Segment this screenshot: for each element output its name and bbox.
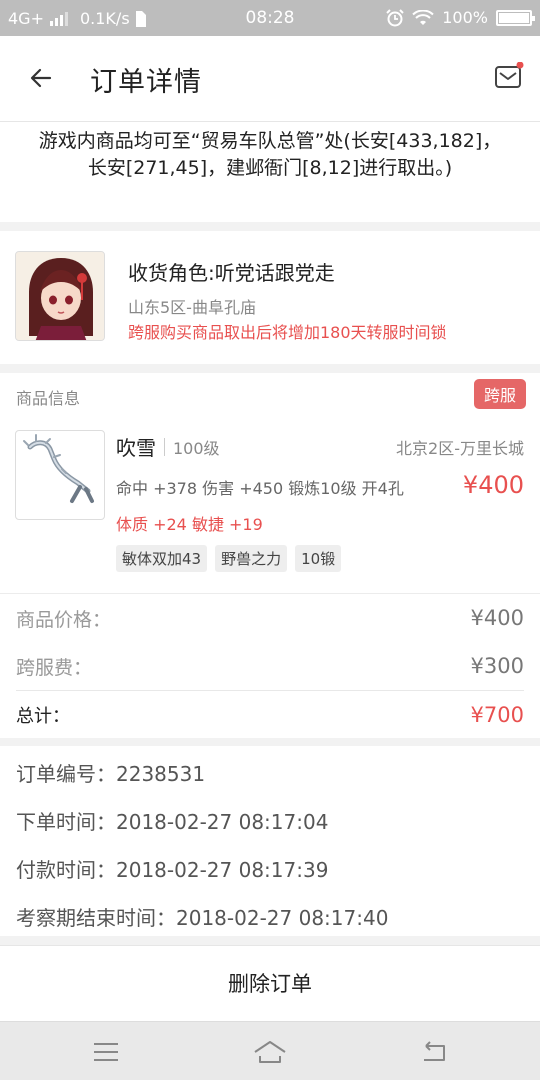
nav-back-button[interactable]	[416, 1034, 452, 1070]
item-tags: 敏体双加43 野兽之力 10锻	[116, 545, 342, 572]
item-image[interactable]	[15, 430, 105, 520]
item-level: 100级	[173, 438, 220, 458]
item-tag: 敏体双加43	[116, 545, 208, 572]
cross-fee-row: 跨服费： ¥300	[16, 642, 524, 690]
alarm-icon	[386, 8, 404, 26]
item-title: 吹雪 100级	[116, 432, 220, 461]
back-nav-icon	[424, 1041, 445, 1061]
back-button[interactable]	[22, 58, 62, 98]
mail-icon	[495, 61, 524, 88]
arrow-left-icon	[30, 68, 52, 88]
goods-price-row: 商品价格： ¥400	[16, 594, 524, 642]
battery-percent: 100%	[442, 8, 488, 27]
item-attributes: 命中 +378 伤害 +450 锻炼10级 开4孔	[116, 479, 404, 498]
divider	[164, 437, 165, 456]
cross-fee-label: 跨服费：	[16, 656, 93, 679]
menu-button[interactable]	[88, 1034, 124, 1070]
paid-time-label: 付款时间：	[16, 858, 116, 882]
weapon-icon	[23, 434, 94, 503]
goods-price-value: ¥400	[470, 606, 524, 630]
item-bonus: 体质 +24 敏捷 +19	[116, 515, 263, 534]
cross-server-badge: 跨服	[473, 379, 526, 409]
item-tag: 10锻	[295, 545, 342, 572]
item-name: 吹雪	[116, 436, 156, 460]
message-button[interactable]	[494, 61, 524, 92]
cross-fee-value: ¥300	[470, 654, 524, 678]
item-tag: 野兽之力	[215, 545, 288, 572]
menu-icon	[94, 1043, 118, 1061]
status-bar: 4G+ 0.1K/s 08:28 100%	[0, 0, 540, 36]
total-value: ¥700	[470, 703, 524, 727]
item-price: ¥400	[462, 471, 524, 499]
order-number-label: 订单编号：	[16, 762, 116, 786]
header-bar: 订单详情	[0, 36, 540, 122]
item-server: 北京2区-万里长城	[396, 439, 524, 458]
total-label: 总计：	[16, 706, 70, 727]
receiver-character-name: 收货角色:听党话跟党走	[128, 261, 335, 285]
wifi-icon	[412, 9, 434, 25]
paid-time-row: 付款时间：2018-02-27 08:17:39	[16, 854, 328, 883]
page-title: 订单详情	[90, 67, 202, 98]
review-end-label: 考察期结束时间：	[16, 906, 176, 930]
system-nav-bar	[0, 1021, 540, 1080]
home-icon	[254, 1041, 286, 1063]
section-title: 商品信息	[16, 389, 81, 408]
created-time: 2018-02-27 08:17:04	[116, 810, 329, 834]
battery-icon	[496, 9, 535, 26]
home-button[interactable]	[252, 1034, 288, 1070]
order-number-row: 订单编号：2238531	[16, 758, 205, 787]
pickup-notice: 游戏内商品均可至“贸易车队总管”处(长安[433,182]，长安[271,45]…	[0, 122, 540, 222]
receiver-card: 收货角色:听党话跟党走 山东5区-曲阜孔庙 跨服购买商品取出后将增加180天转服…	[0, 231, 540, 364]
order-info-section: 订单编号：2238531 下单时间：2018-02-27 08:17:04 付款…	[0, 746, 540, 936]
status-right: 100%	[386, 8, 535, 27]
goods-price-label: 商品价格：	[16, 608, 112, 631]
receiver-server: 山东5区-曲阜孔庙	[128, 298, 256, 317]
goods-info-section: 商品信息 跨服 吹雪 100级 北京2区-万里长城 命中 +378 伤害 +45…	[0, 373, 540, 593]
delete-order-button[interactable]: 删除订单	[0, 945, 540, 1021]
order-number: 2238531	[116, 762, 206, 786]
created-time-label: 下单时间：	[16, 810, 116, 834]
price-summary: 商品价格： ¥400 跨服费： ¥300 总计： ¥700	[0, 593, 540, 738]
cross-server-warning: 跨服购买商品取出后将增加180天转服时间锁	[128, 323, 447, 342]
created-time-row: 下单时间：2018-02-27 08:17:04	[16, 806, 328, 835]
review-end-time: 2018-02-27 08:17:40	[176, 906, 389, 930]
character-avatar	[15, 251, 105, 341]
total-row: 总计： ¥700	[16, 691, 524, 739]
review-end-row: 考察期结束时间：2018-02-27 08:17:40	[16, 902, 388, 931]
paid-time: 2018-02-27 08:17:39	[116, 858, 329, 882]
character-portrait-image	[16, 252, 104, 340]
